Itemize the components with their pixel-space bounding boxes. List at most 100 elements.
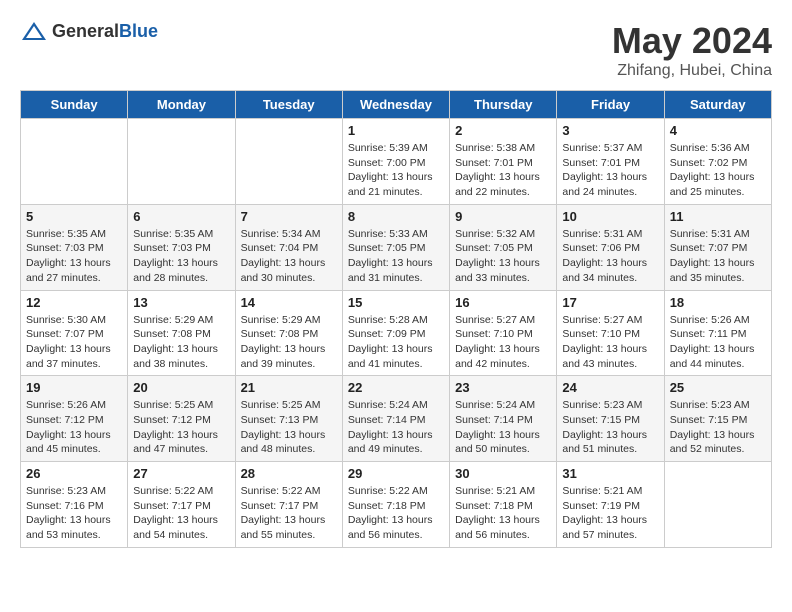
- calendar-cell: 24 Sunrise: 5:23 AMSunset: 7:15 PMDayligh…: [557, 376, 664, 462]
- day-number: 5: [26, 209, 122, 224]
- calendar-cell: 22Sunrise: 5:24 AMSunset: 7:14 PMDayligh…: [342, 376, 449, 462]
- day-info: Sunrise: 5:24 AMSunset: 7:14 PMDaylight:…: [348, 398, 444, 457]
- day-info: Sunrise: 5:39 AMSunset: 7:00 PMDaylight:…: [348, 141, 444, 200]
- title-block: May 2024 Zhifang, Hubei, China: [612, 20, 772, 80]
- day-number: 20: [133, 380, 229, 395]
- calendar-cell: 2Sunrise: 5:38 AMSunset: 7:01 PMDaylight…: [450, 119, 557, 205]
- day-number: 30: [455, 466, 551, 481]
- day-info: Sunrise: 5:23 AMSunset: 7:16 PMDaylight:…: [26, 484, 122, 543]
- day-info: Sunrise: 5:23 AMSunset: 7:15 PMDaylight:…: [670, 398, 766, 457]
- calendar-cell: 7 Sunrise: 5:34 AMSunset: 7:04 PMDaylight…: [235, 204, 342, 290]
- location-title: Zhifang, Hubei, China: [612, 62, 772, 80]
- calendar-cell: 20 Sunrise: 5:25 AMSunset: 7:12 PMDayligh…: [128, 376, 235, 462]
- day-info: Sunrise: 5:26 AMSunset: 7:11 PMDaylight:…: [670, 313, 766, 372]
- day-number: 29: [348, 466, 444, 481]
- calendar-cell: 31 Sunrise: 5:21 AMSunset: 7:19 PMDayligh…: [557, 462, 664, 548]
- weekday-header: Sunday: [21, 91, 128, 119]
- calendar-week-row: 1 Sunrise: 5:39 AMSunset: 7:00 PMDaylight…: [21, 119, 772, 205]
- day-info: Sunrise: 5:29 AMSunset: 7:08 PMDaylight:…: [133, 313, 229, 372]
- day-info: Sunrise: 5:22 AMSunset: 7:18 PMDaylight:…: [348, 484, 444, 543]
- day-info: Sunrise: 5:22 AMSunset: 7:17 PMDaylight:…: [241, 484, 337, 543]
- day-number: 23: [455, 380, 551, 395]
- day-number: 9: [455, 209, 551, 224]
- day-info: Sunrise: 5:31 AMSunset: 7:07 PMDaylight:…: [670, 227, 766, 286]
- logo: GeneralBlue: [20, 20, 158, 42]
- day-info: Sunrise: 5:23 AMSunset: 7:15 PMDaylight:…: [562, 398, 658, 457]
- calendar-cell: 4Sunrise: 5:36 AMSunset: 7:02 PMDaylight…: [664, 119, 771, 205]
- calendar-cell: 5 Sunrise: 5:35 AMSunset: 7:03 PMDaylight…: [21, 204, 128, 290]
- calendar-cell: 18 Sunrise: 5:26 AMSunset: 7:11 PMDayligh…: [664, 290, 771, 376]
- logo-text-general: General: [52, 21, 119, 41]
- day-info: Sunrise: 5:27 AMSunset: 7:10 PMDaylight:…: [455, 313, 551, 372]
- day-info: Sunrise: 5:37 AMSunset: 7:01 PMDaylight:…: [562, 141, 658, 200]
- day-info: Sunrise: 5:33 AMSunset: 7:05 PMDaylight:…: [348, 227, 444, 286]
- day-number: 10: [562, 209, 658, 224]
- day-number: 4: [670, 123, 766, 138]
- calendar-cell: 1 Sunrise: 5:39 AMSunset: 7:00 PMDaylight…: [342, 119, 449, 205]
- calendar-header-row: SundayMondayTuesdayWednesdayThursdayFrid…: [21, 91, 772, 119]
- logo-text-blue: Blue: [119, 21, 158, 41]
- calendar-cell: 23 Sunrise: 5:24 AMSunset: 7:14 PMDayligh…: [450, 376, 557, 462]
- calendar-cell: 15 Sunrise: 5:28 AMSunset: 7:09 PMDayligh…: [342, 290, 449, 376]
- day-info: Sunrise: 5:22 AMSunset: 7:17 PMDaylight:…: [133, 484, 229, 543]
- calendar-cell: 3 Sunrise: 5:37 AMSunset: 7:01 PMDaylight…: [557, 119, 664, 205]
- day-info: Sunrise: 5:32 AMSunset: 7:05 PMDaylight:…: [455, 227, 551, 286]
- day-info: Sunrise: 5:21 AMSunset: 7:18 PMDaylight:…: [455, 484, 551, 543]
- calendar-cell: 17 Sunrise: 5:27 AMSunset: 7:10 PMDayligh…: [557, 290, 664, 376]
- day-number: 8: [348, 209, 444, 224]
- calendar-cell: 9 Sunrise: 5:32 AMSunset: 7:05 PMDaylight…: [450, 204, 557, 290]
- day-number: 3: [562, 123, 658, 138]
- calendar-table: SundayMondayTuesdayWednesdayThursdayFrid…: [20, 90, 772, 548]
- calendar-cell: 16 Sunrise: 5:27 AMSunset: 7:10 PMDayligh…: [450, 290, 557, 376]
- day-info: Sunrise: 5:26 AMSunset: 7:12 PMDaylight:…: [26, 398, 122, 457]
- calendar-cell: 14Sunrise: 5:29 AMSunset: 7:08 PMDayligh…: [235, 290, 342, 376]
- day-info: Sunrise: 5:35 AMSunset: 7:03 PMDaylight:…: [133, 227, 229, 286]
- calendar-cell: 12 Sunrise: 5:30 AMSunset: 7:07 PMDayligh…: [21, 290, 128, 376]
- day-info: Sunrise: 5:30 AMSunset: 7:07 PMDaylight:…: [26, 313, 122, 372]
- day-info: Sunrise: 5:28 AMSunset: 7:09 PMDaylight:…: [348, 313, 444, 372]
- day-number: 15: [348, 295, 444, 310]
- calendar-cell: 25 Sunrise: 5:23 AMSunset: 7:15 PMDayligh…: [664, 376, 771, 462]
- weekday-header: Thursday: [450, 91, 557, 119]
- day-number: 17: [562, 295, 658, 310]
- day-number: 18: [670, 295, 766, 310]
- day-number: 28: [241, 466, 337, 481]
- calendar-cell: 19Sunrise: 5:26 AMSunset: 7:12 PMDayligh…: [21, 376, 128, 462]
- day-info: Sunrise: 5:24 AMSunset: 7:14 PMDaylight:…: [455, 398, 551, 457]
- calendar-week-row: 5 Sunrise: 5:35 AMSunset: 7:03 PMDaylight…: [21, 204, 772, 290]
- weekday-header: Tuesday: [235, 91, 342, 119]
- day-number: 12: [26, 295, 122, 310]
- day-info: Sunrise: 5:25 AMSunset: 7:12 PMDaylight:…: [133, 398, 229, 457]
- day-number: 14: [241, 295, 337, 310]
- calendar-cell: 28 Sunrise: 5:22 AMSunset: 7:17 PMDayligh…: [235, 462, 342, 548]
- calendar-cell: 29 Sunrise: 5:22 AMSunset: 7:18 PMDayligh…: [342, 462, 449, 548]
- weekday-header: Wednesday: [342, 91, 449, 119]
- calendar-cell: 30 Sunrise: 5:21 AMSunset: 7:18 PMDayligh…: [450, 462, 557, 548]
- calendar-cell: [235, 119, 342, 205]
- day-info: Sunrise: 5:34 AMSunset: 7:04 PMDaylight:…: [241, 227, 337, 286]
- logo-icon: [20, 20, 48, 42]
- day-number: 7: [241, 209, 337, 224]
- day-number: 16: [455, 295, 551, 310]
- page-header: GeneralBlue May 2024 Zhifang, Hubei, Chi…: [20, 20, 772, 80]
- weekday-header: Saturday: [664, 91, 771, 119]
- day-number: 6: [133, 209, 229, 224]
- calendar-cell: 26Sunrise: 5:23 AMSunset: 7:16 PMDayligh…: [21, 462, 128, 548]
- calendar-week-row: 26Sunrise: 5:23 AMSunset: 7:16 PMDayligh…: [21, 462, 772, 548]
- calendar-cell: [128, 119, 235, 205]
- day-number: 13: [133, 295, 229, 310]
- calendar-cell: 11Sunrise: 5:31 AMSunset: 7:07 PMDayligh…: [664, 204, 771, 290]
- calendar-cell: [21, 119, 128, 205]
- day-number: 25: [670, 380, 766, 395]
- day-info: Sunrise: 5:21 AMSunset: 7:19 PMDaylight:…: [562, 484, 658, 543]
- day-info: Sunrise: 5:25 AMSunset: 7:13 PMDaylight:…: [241, 398, 337, 457]
- day-number: 24: [562, 380, 658, 395]
- day-number: 1: [348, 123, 444, 138]
- day-info: Sunrise: 5:35 AMSunset: 7:03 PMDaylight:…: [26, 227, 122, 286]
- day-info: Sunrise: 5:31 AMSunset: 7:06 PMDaylight:…: [562, 227, 658, 286]
- day-info: Sunrise: 5:27 AMSunset: 7:10 PMDaylight:…: [562, 313, 658, 372]
- calendar-cell: 8 Sunrise: 5:33 AMSunset: 7:05 PMDaylight…: [342, 204, 449, 290]
- day-number: 21: [241, 380, 337, 395]
- month-title: May 2024: [612, 20, 772, 62]
- day-number: 31: [562, 466, 658, 481]
